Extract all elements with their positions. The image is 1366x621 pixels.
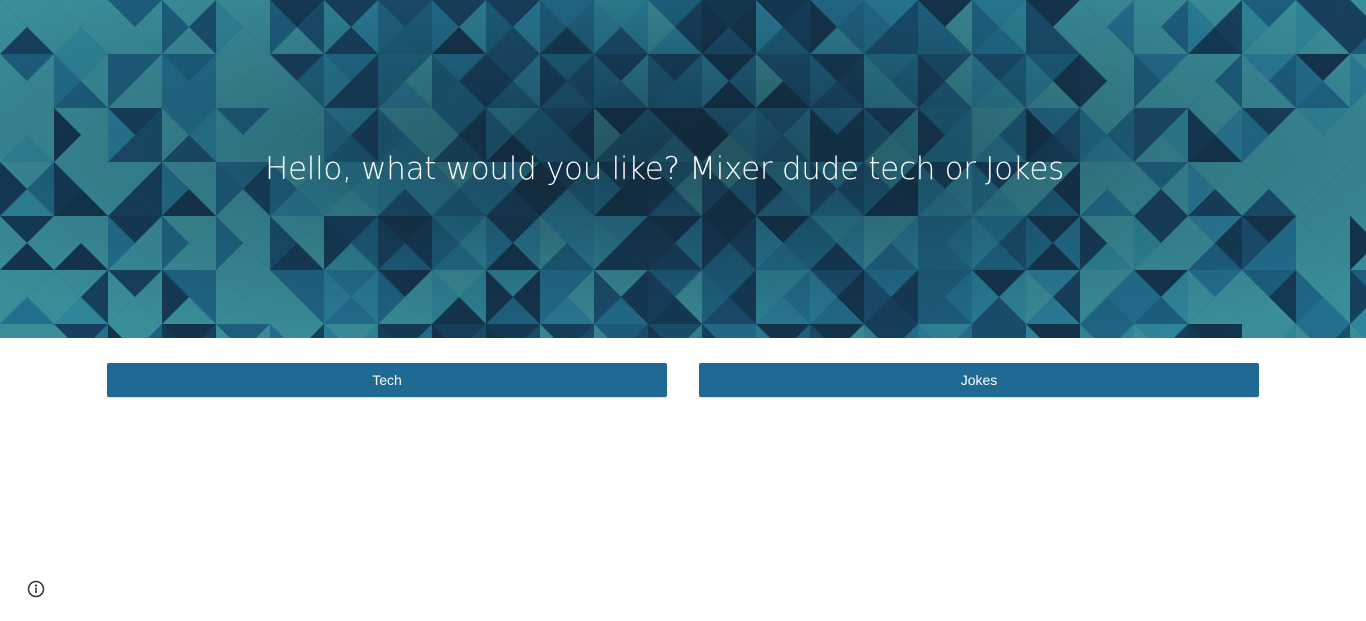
info-button[interactable] — [26, 579, 46, 599]
page: Hello, what would you like? Mixer dude t… — [0, 0, 1366, 621]
choice-buttons: Tech Jokes — [107, 363, 1259, 397]
header-banner: Hello, what would you like? Mixer dude t… — [0, 0, 1366, 338]
jokes-button[interactable]: Jokes — [699, 363, 1259, 397]
info-icon — [27, 580, 45, 598]
tech-button[interactable]: Tech — [107, 363, 667, 397]
page-title: Hello, what would you like? Mixer dude t… — [265, 151, 1064, 187]
